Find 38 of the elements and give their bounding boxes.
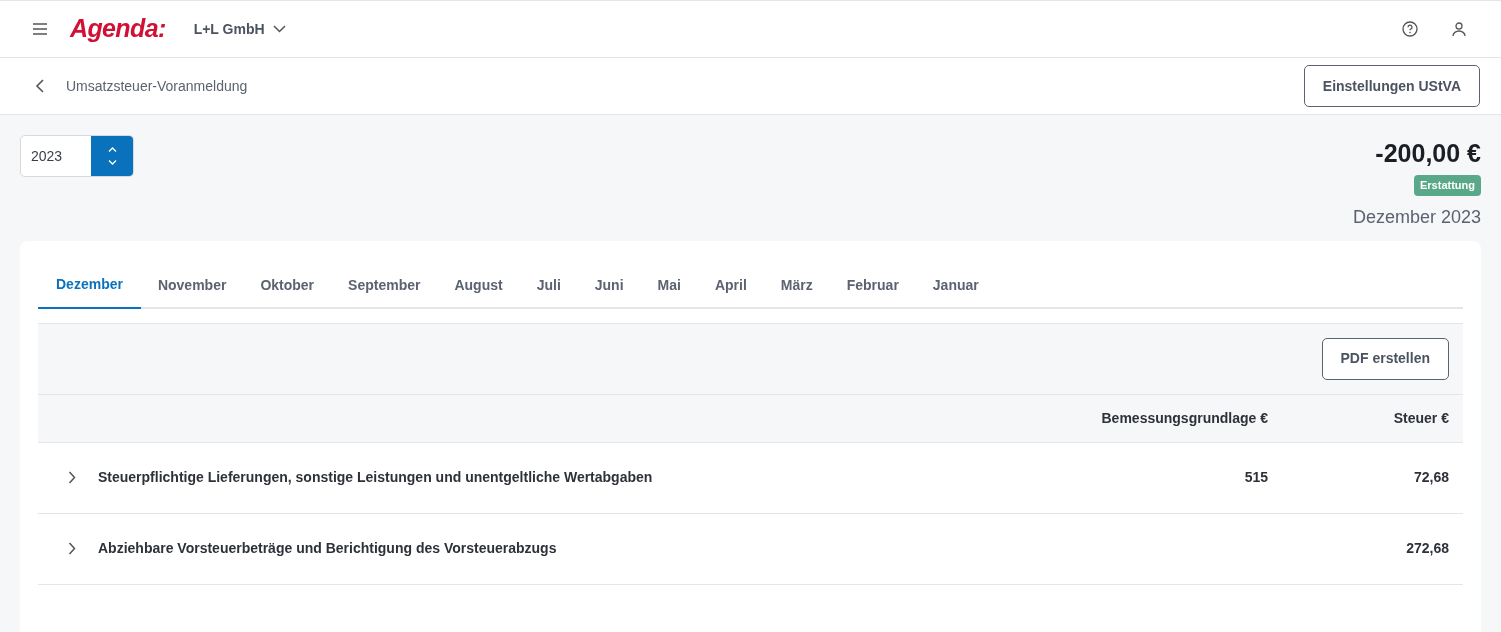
company-selector[interactable]: L+L GmbH [193,18,286,40]
month-tab[interactable]: Juli [519,262,578,309]
chevron-up-icon[interactable] [107,147,117,152]
month-tab[interactable]: Februar [829,262,916,309]
period-label: Dezember 2023 [1352,205,1481,229]
row-label: Abziehbare Vorsteuerbeträge und Berichtigung des Vorsteuerabzugs [98,539,558,558]
year-field[interactable]: 2023 [21,136,91,176]
page-title: Umsatzsteuer-Voranmeldung [66,76,248,96]
month-tab[interactable]: Mai [640,262,698,309]
row-label: Steuerpflichtige Lieferungen, sonstige Leistungen und unentgeltliche Wertabgaben [98,468,654,487]
month-tab[interactable]: März [763,262,830,309]
chevron-down-icon [272,25,286,33]
year-spinner[interactable]: 2023 [20,135,134,177]
logo: Agenda: [70,13,166,45]
month-tab[interactable]: Oktober [243,262,332,309]
month-tab[interactable]: November [140,262,244,309]
settings-button[interactable]: Einstellungen UStVA [1303,65,1480,107]
table-cell-text: 72,68 [1412,468,1450,487]
table-cell-text: 272,68 [1405,539,1450,558]
chevron-right-icon[interactable] [68,471,76,484]
pdf-button[interactable]: PDF erstellen [1321,337,1449,380]
month-tab[interactable]: Juni [577,262,641,309]
table-cell-text: 515 [1243,468,1268,487]
column-header: Steuer € [1392,408,1450,428]
month-tab[interactable]: Dezember [38,262,141,309]
chevron-right-icon[interactable] [68,542,76,555]
month-tab[interactable]: April [697,262,764,309]
status-badge: Erstattung [1414,175,1481,196]
menu-icon[interactable] [32,23,48,35]
chevron-down-icon[interactable] [107,160,117,165]
help-icon[interactable] [1402,21,1418,37]
column-header: Bemessungsgrundlage € [1100,408,1268,428]
month-tab[interactable]: Januar [915,262,996,309]
month-tab[interactable]: August [437,262,520,309]
user-icon[interactable] [1451,21,1467,37]
back-icon[interactable] [35,79,45,93]
total-amount: -200,00 € [1375,138,1481,169]
month-tab[interactable]: September [331,262,438,309]
